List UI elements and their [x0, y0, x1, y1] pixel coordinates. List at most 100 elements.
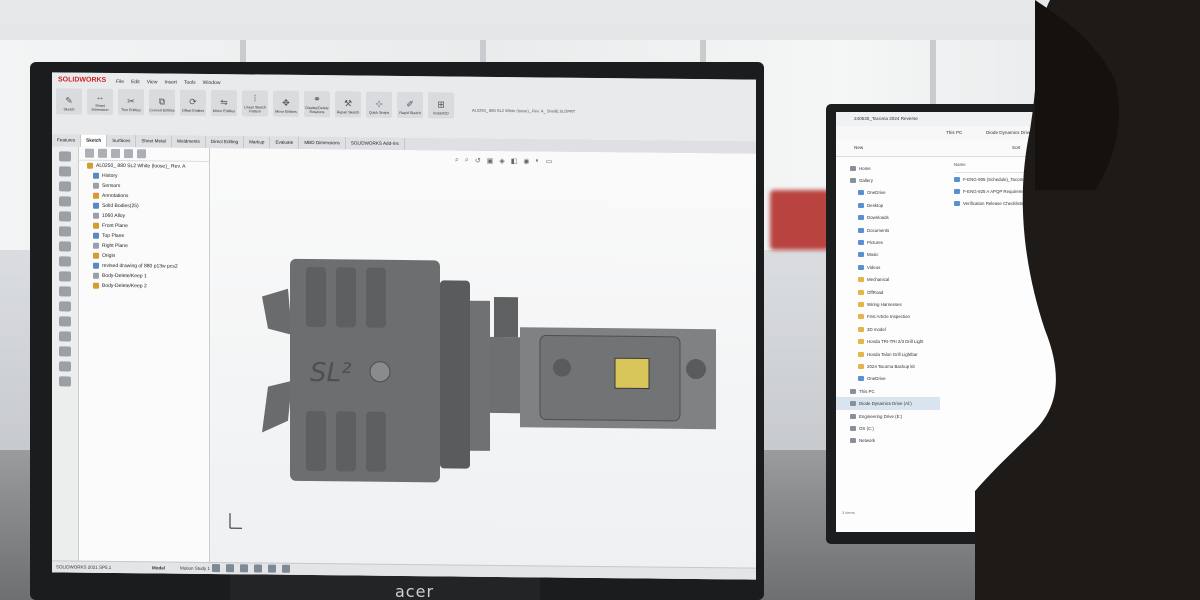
repair-sketch-button[interactable]: ⚒ Repair Sketch	[335, 91, 361, 118]
tab-model[interactable]: Model	[152, 565, 165, 570]
nav-item[interactable]: First Article Inspection	[836, 311, 940, 323]
tool-icon[interactable]	[59, 256, 71, 267]
instant2d-button[interactable]: ⊞ Instant2D	[428, 92, 454, 119]
mirror-entities-button[interactable]: ⇋ Mirror Entities	[211, 89, 237, 117]
menu-file[interactable]: File	[116, 79, 124, 85]
person-silhouette	[975, 0, 1200, 600]
zoom-area-icon[interactable]: ⌕	[465, 157, 469, 165]
taskbar-app-icon[interactable]	[268, 564, 276, 573]
dimxpert-icon[interactable]	[124, 149, 133, 159]
tool-icon[interactable]	[59, 241, 71, 252]
tool-icon[interactable]	[59, 316, 71, 327]
tab-weldments[interactable]: Weldments	[171, 135, 206, 148]
nav-item[interactable]: Network	[836, 435, 940, 447]
view-orientation-icon[interactable]: ◈	[499, 157, 504, 165]
nav-item[interactable]: 3D model	[836, 323, 940, 335]
nav-item[interactable]: Diode Dynamics Drive (Al:)	[836, 397, 940, 410]
section-view-icon[interactable]: ▣	[487, 157, 494, 165]
menu-window[interactable]: Window	[203, 80, 221, 86]
appearance-icon[interactable]: ◐	[535, 157, 539, 165]
nav-item[interactable]: Desktop	[836, 199, 940, 211]
nav-item[interactable]: Music	[836, 249, 940, 261]
nav-item[interactable]: This PC	[836, 385, 940, 397]
nav-item[interactable]: Gallery	[836, 174, 940, 186]
tab-sketch[interactable]: Sketch	[81, 134, 108, 147]
previous-view-icon[interactable]: ↺	[475, 157, 481, 165]
tool-icon[interactable]	[59, 361, 71, 372]
tab-markup[interactable]: Markup	[244, 136, 271, 149]
scene-icon[interactable]: ▭	[546, 157, 553, 165]
tool-icon[interactable]	[59, 166, 71, 177]
tab-direct-editing[interactable]: Direct Editing	[205, 135, 245, 149]
nav-item[interactable]: Mechanical	[836, 274, 940, 286]
convert-entities-button[interactable]: ⧉ Convert Entities	[149, 89, 175, 116]
nav-item[interactable]: Videos	[836, 261, 940, 273]
quick-snaps-button[interactable]: ⊹ Quick Snaps	[366, 91, 392, 118]
move-entities-button[interactable]: ✥ Move Entities	[273, 90, 299, 117]
smart-dimension-button[interactable]: ↔ Smart Dimension	[87, 88, 113, 115]
tab-solidworks-add-ins[interactable]: SOLIDWORKS Add-Ins	[345, 137, 405, 151]
tree-item[interactable]: Body-Delete/Keep 2	[79, 281, 209, 292]
tab-motion-study[interactable]: Motion Study 1	[180, 566, 210, 571]
menu-edit[interactable]: Edit	[131, 79, 140, 85]
offset-entities-button[interactable]: ⟳ Offset Entities	[180, 89, 206, 116]
tool-icon[interactable]	[59, 196, 71, 207]
nav-item[interactable]: 2024 Tacoma Backup kit	[836, 360, 940, 372]
breadcrumb-this-pc[interactable]: This PC	[946, 130, 962, 135]
nav-item[interactable]: OneDrive	[836, 373, 940, 385]
nav-item[interactable]: Honda Talon Grill Lightbar	[836, 348, 940, 360]
tool-icon[interactable]	[59, 331, 71, 342]
zoom-icon[interactable]: ⌕	[455, 157, 459, 165]
linear-sketch-pattern-button[interactable]: ⁞ Linear Sketch Pattern	[242, 90, 268, 117]
nav-item[interactable]: Downloads	[836, 212, 940, 224]
new-button[interactable]: New	[854, 145, 863, 150]
tab-features[interactable]: Features	[52, 134, 82, 147]
feature-manager-icon[interactable]	[85, 148, 94, 158]
tool-icon[interactable]	[59, 151, 71, 162]
tool-icon[interactable]	[59, 301, 71, 312]
trim-entities-button[interactable]: ✂ Trim Entities	[118, 89, 144, 116]
graphics-area[interactable]: ⌕ ⌕ ↺ ▣ ◈ ◧ ◉ ◐ ▭ SL²	[210, 147, 756, 580]
tab-sheet-metal[interactable]: Sheet Metal	[136, 135, 172, 148]
tool-icon[interactable]	[59, 286, 71, 297]
folder-icon	[858, 376, 864, 382]
tab-mbd-dimensions[interactable]: MBD Dimensions	[299, 136, 346, 150]
cad-model[interactable]: SL²	[210, 148, 756, 580]
taskbar-app-icon[interactable]	[240, 564, 248, 573]
sketch-button[interactable]: ✎ Sketch	[56, 88, 82, 115]
tab-evaluate[interactable]: Evaluate	[270, 136, 300, 149]
rapid-sketch-button[interactable]: ✐ Rapid Sketch	[397, 91, 423, 119]
menu-tools[interactable]: Tools	[184, 80, 196, 86]
hide-show-icon[interactable]: ◉	[523, 157, 529, 165]
nav-item[interactable]: Engineering Drive (E:)	[836, 410, 940, 422]
tool-icon[interactable]	[59, 376, 71, 387]
taskbar-app-icon[interactable]	[226, 564, 234, 573]
nav-item[interactable]: Documents	[836, 224, 940, 236]
menu-view[interactable]: View	[147, 79, 158, 85]
display-style-icon[interactable]: ◧	[511, 157, 518, 165]
tool-icon[interactable]	[59, 271, 71, 282]
taskbar-app-icon[interactable]	[282, 564, 290, 573]
nav-item[interactable]: Pictures	[836, 236, 940, 248]
nav-item[interactable]: OS (C:)	[836, 422, 940, 434]
feature-manager-tree: AL0250_ 880 SL2 White (loose)_ Rev. A His…	[79, 146, 210, 574]
nav-item[interactable]: Honda TRI-TRI 2/3 Drill Light	[836, 335, 940, 347]
tool-icon[interactable]	[59, 211, 71, 222]
nav-item[interactable]: Home	[836, 162, 940, 174]
tree-node-icon	[93, 182, 99, 189]
nav-item[interactable]: OffRoad	[836, 286, 940, 298]
property-manager-icon[interactable]	[98, 148, 107, 158]
configuration-icon[interactable]	[111, 148, 120, 159]
taskbar-app-icon[interactable]	[212, 563, 220, 573]
tool-icon[interactable]	[59, 181, 71, 192]
display-manager-icon[interactable]	[137, 149, 146, 159]
taskbar-app-icon[interactable]	[254, 564, 262, 573]
nav-item[interactable]: OneDrive	[836, 187, 940, 199]
explorer-title: 240530_Tacoma 2024 Reverse	[854, 116, 918, 121]
display-delete-relations-button[interactable]: ⚭ Display/Delete Relations	[304, 90, 330, 118]
tool-icon[interactable]	[59, 346, 71, 357]
tab-surfaces[interactable]: Surfaces	[107, 134, 137, 148]
tool-icon[interactable]	[59, 226, 71, 237]
nav-item[interactable]: Wiring Harnesses	[836, 298, 940, 310]
menu-insert[interactable]: Insert	[164, 79, 177, 85]
